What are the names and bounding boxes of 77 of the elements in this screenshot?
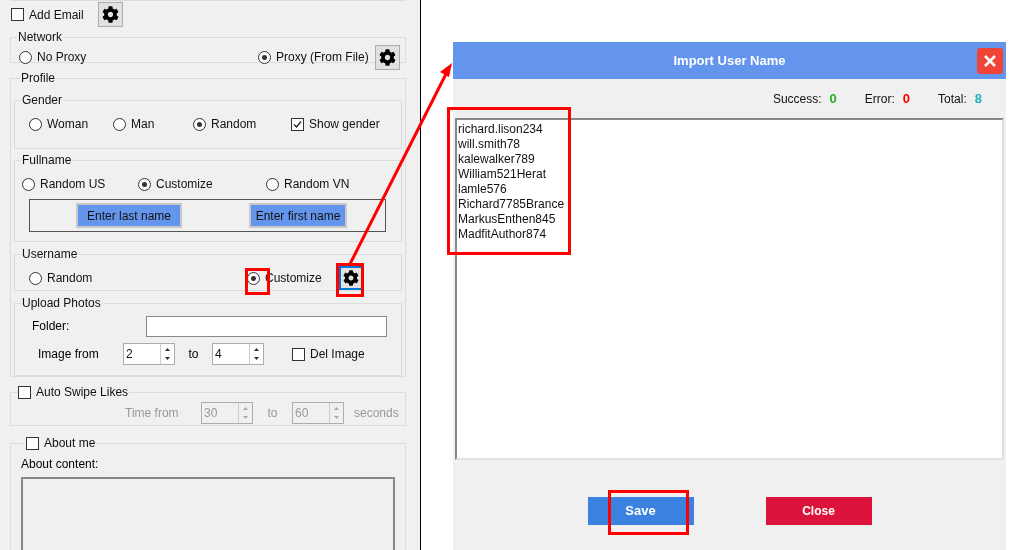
close-icon [983, 54, 997, 68]
field-label: to [266, 405, 279, 422]
dialog-button[interactable]: Close [765, 497, 872, 525]
stat-label: Total: [938, 90, 967, 108]
username-line: richard.lison234 [458, 122, 543, 137]
username-line: Richard7785Brance [458, 197, 565, 212]
group-title: Username [22, 247, 78, 261]
spin-field[interactable]: 4 [212, 343, 264, 365]
settings-button[interactable] [97, 2, 123, 27]
radio-button[interactable] [19, 50, 32, 64]
names-text-area[interactable]: richard.lison234 will.smith78 kalewalker789 William521Herat lamle576 Richard7785Brance MarkusEnthen845 MadfitAuthor874 [455, 118, 1004, 460]
about-text-area[interactable] [21, 477, 395, 550]
field-label: Image from [38, 346, 100, 363]
username-line: will.smith78 [458, 137, 520, 152]
radio-label: Customize [156, 176, 213, 193]
spin-value: 4 [214, 346, 223, 363]
checkbox[interactable] [26, 436, 39, 450]
radio-label: Woman [47, 116, 89, 133]
field-label: seconds [354, 405, 399, 422]
stat-value: 0 [902, 89, 911, 108]
settings-icon [343, 270, 359, 286]
radio-button[interactable] [138, 177, 151, 191]
dialog-title: Import User Name [673, 51, 786, 70]
checkbox[interactable] [292, 347, 305, 361]
close-button[interactable] [977, 48, 1003, 74]
group-title: Upload Photos [22, 296, 101, 310]
highlight-box [336, 263, 364, 297]
group-title: Fullname [22, 153, 72, 167]
checkbox-label: Del Image [310, 346, 365, 363]
spin-field[interactable]: 2 [123, 343, 175, 365]
group-title: Gender [22, 93, 63, 107]
field-label: Time from [125, 405, 180, 422]
radio-button[interactable] [22, 177, 35, 191]
dialog-button[interactable]: Save [587, 497, 694, 525]
settings-icon [101, 6, 119, 23]
field-label: to [187, 346, 200, 363]
radio-label: Random VN [284, 176, 350, 193]
checkbox[interactable] [11, 8, 24, 21]
radio-label: Random [47, 270, 93, 287]
enter-name-button[interactable]: Enter last name [76, 203, 182, 228]
radio-button[interactable] [113, 117, 126, 131]
settings-icon [378, 48, 396, 66]
group-title: Network [18, 30, 62, 44]
radio-button[interactable] [193, 117, 206, 131]
field-label: Folder: [32, 318, 71, 335]
radio-label: Random [211, 116, 257, 133]
username-line: MadfitAuthor874 [458, 227, 547, 242]
radio-button[interactable] [29, 271, 42, 285]
username-line: William521Herat [458, 167, 547, 182]
spin-value: 2 [125, 346, 134, 363]
stat-label: Success: [772, 90, 822, 108]
spin-value: 60 [294, 405, 310, 422]
username-line: kalewalker789 [458, 152, 535, 167]
checkbox[interactable] [291, 117, 304, 131]
checkbox-label: Auto Swipe Likes [36, 384, 129, 401]
radio-label: Man [131, 116, 155, 133]
checkbox-label: Add Email [29, 6, 84, 24]
radio-label: No Proxy [37, 49, 87, 66]
folder-field[interactable] [146, 315, 387, 337]
stat-value: 0 [829, 89, 837, 108]
enter-name-button[interactable]: Enter first name [249, 203, 347, 228]
settings-button[interactable] [339, 266, 363, 290]
group-title: Profile [21, 71, 55, 85]
radio-button[interactable] [266, 177, 279, 191]
username-line: MarkusEnthen845 [458, 212, 556, 227]
radio-label: Proxy (From File) [276, 49, 369, 66]
checkbox-label: Show gender [309, 116, 380, 133]
radio-button[interactable] [29, 117, 42, 131]
field-label: About content: [21, 456, 100, 473]
stat-value: 8 [974, 89, 982, 108]
stat-label: Error: [864, 90, 895, 108]
checkbox-label: About me [44, 435, 96, 452]
radio-button[interactable] [258, 50, 271, 64]
spin-value: 30 [203, 405, 219, 422]
username-line: lamle576 [458, 182, 507, 197]
settings-button[interactable] [374, 44, 400, 70]
radio-label: Random US [40, 176, 106, 193]
